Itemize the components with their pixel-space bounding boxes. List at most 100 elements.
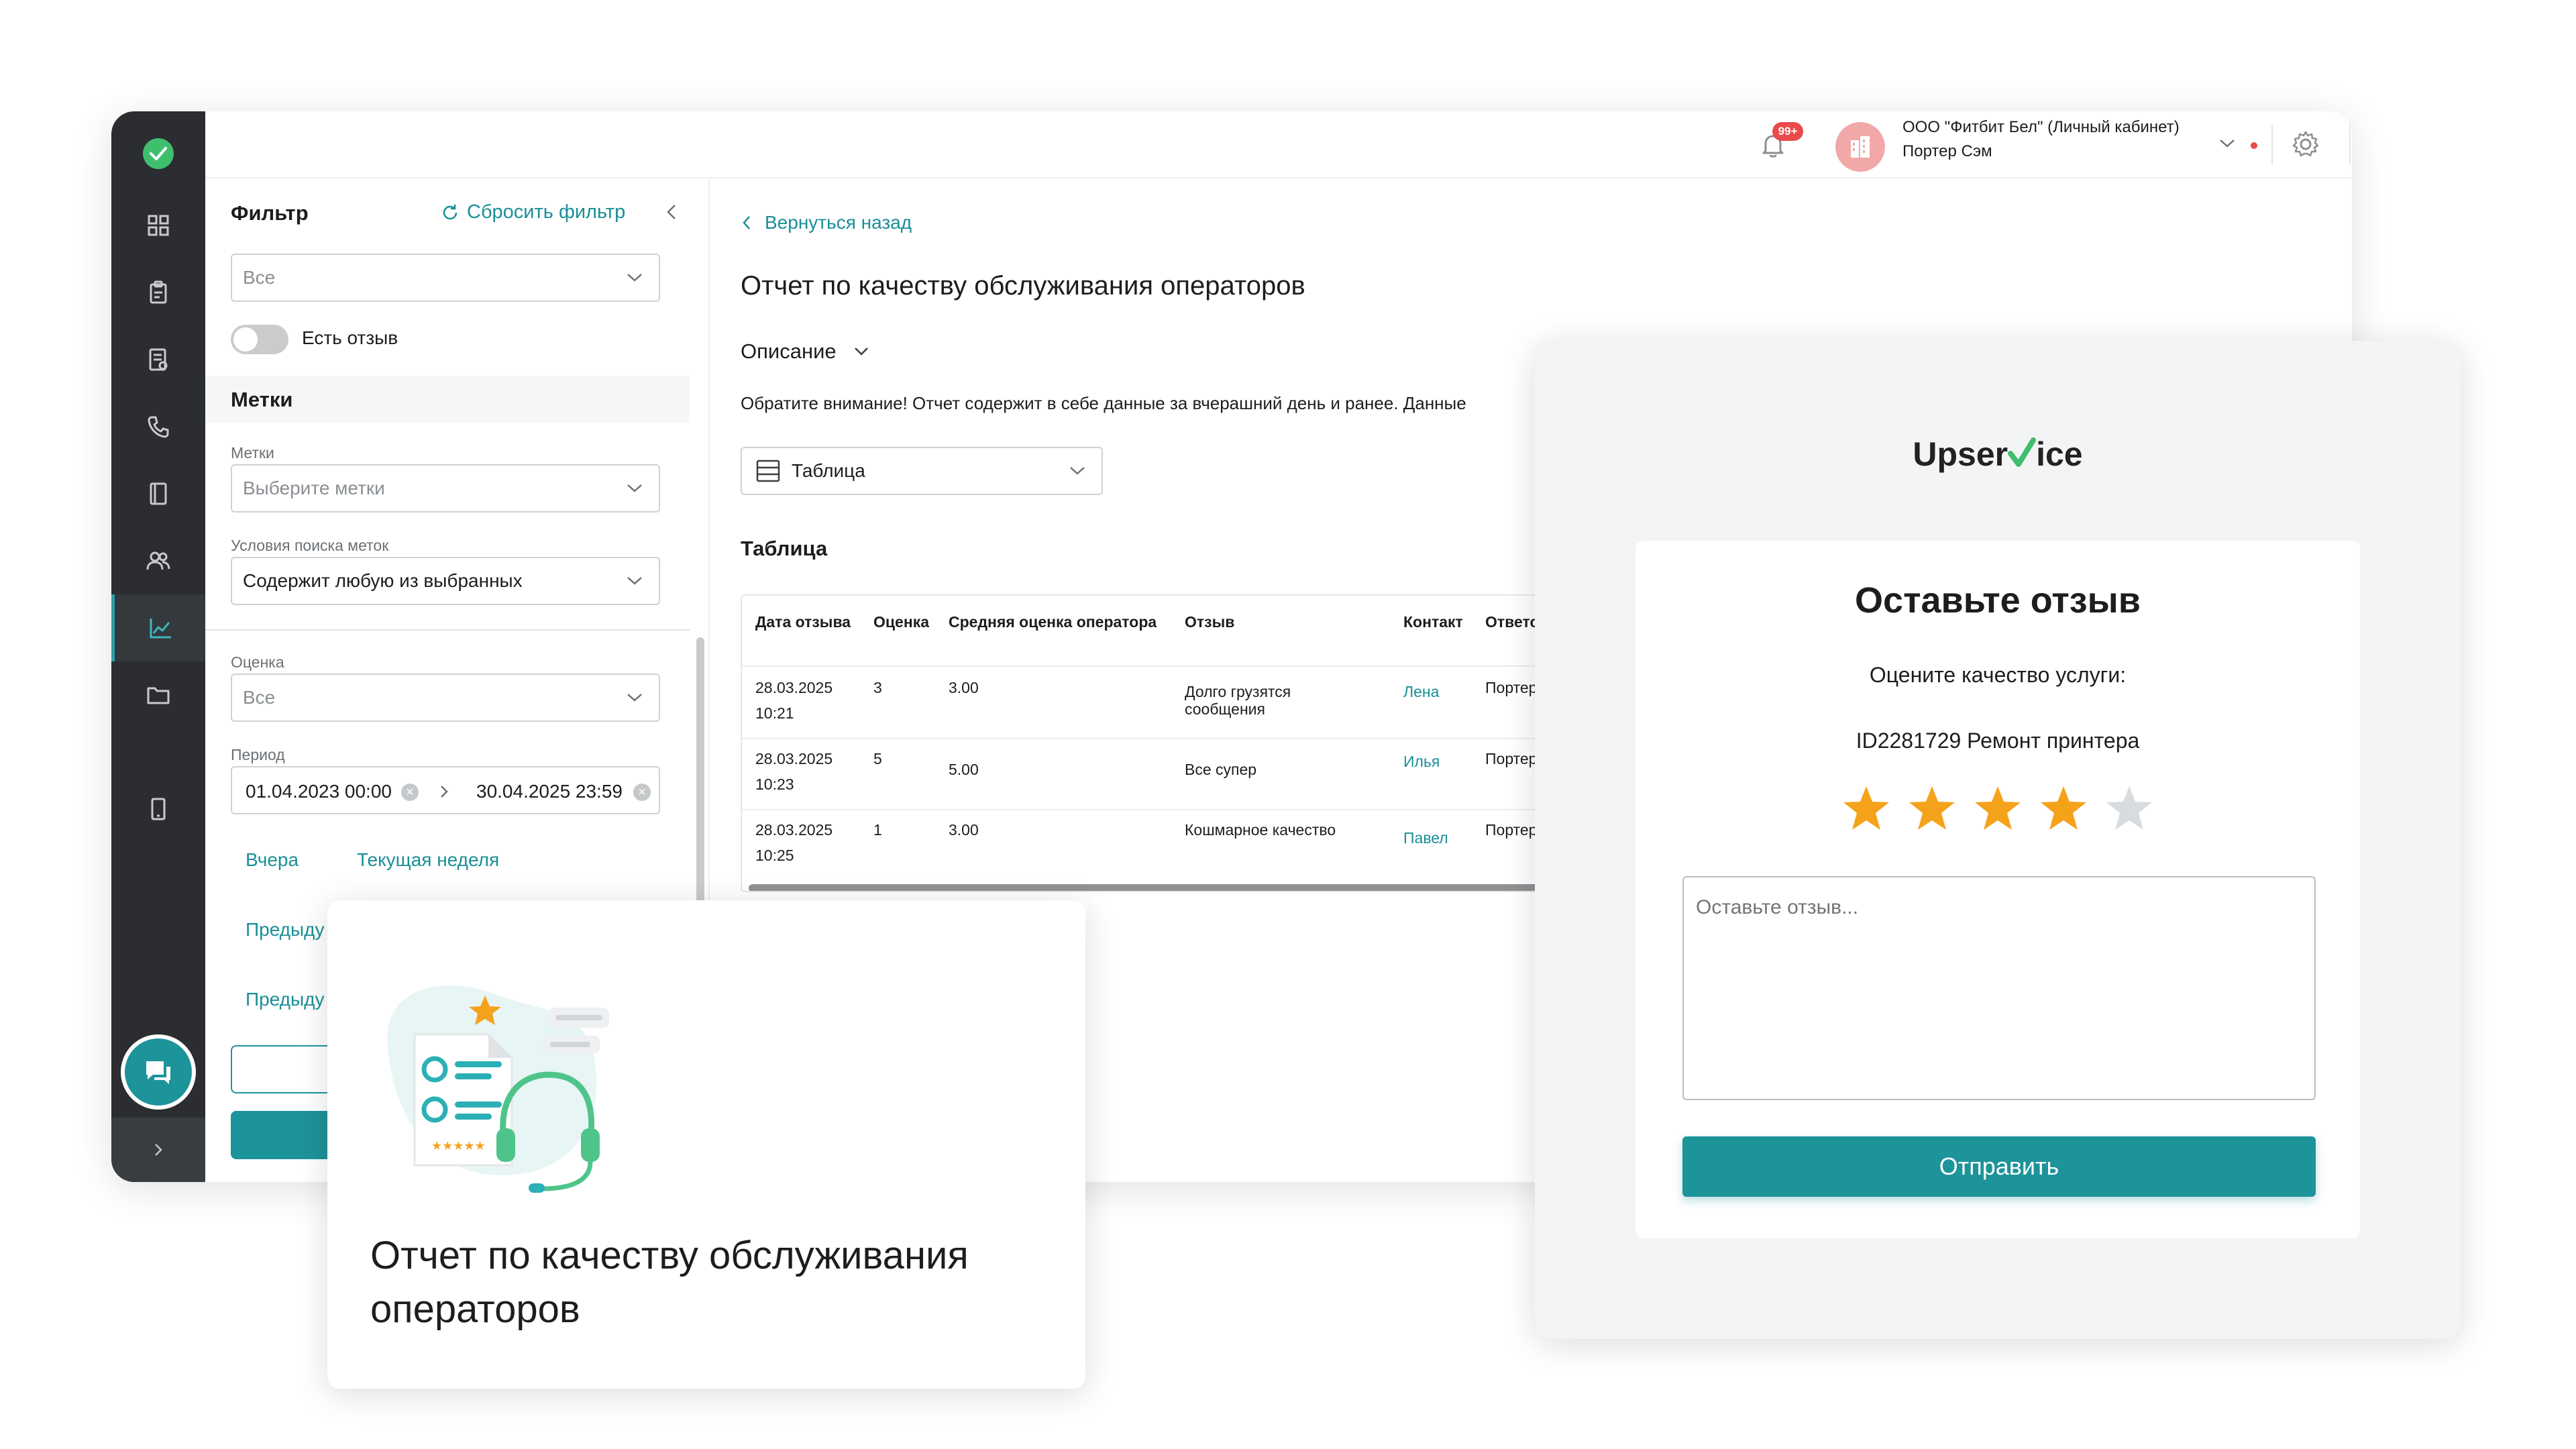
cell-time: 10:25 [755, 847, 794, 864]
column-header[interactable]: Отзыв [1185, 613, 1234, 631]
card-title-line: Отчет по качеству обслуживания [370, 1234, 969, 1277]
feedback-title: Оставьте отзыв [1855, 580, 2141, 621]
rating-select[interactable]: Все [231, 674, 660, 722]
cell-contact-link[interactable]: Павел [1403, 828, 1448, 848]
star-icon[interactable] [2104, 784, 2155, 835]
back-link[interactable]: Вернуться назад [741, 212, 912, 233]
feedback-widget: Upser ice Оставьте отзыв Оцените качество… [1535, 341, 2461, 1339]
cell-date: 28.03.2025 [755, 750, 833, 767]
chevron-down-icon [627, 484, 642, 492]
divider [205, 629, 690, 631]
reset-filter-button[interactable]: Сбросить фильтр [440, 201, 625, 223]
cell-avg: 3.00 [949, 679, 979, 696]
cell-date: 28.03.2025 [755, 679, 833, 696]
topbar: 99+ ООО "Фитбит Бел" (Личный кабинет) По… [205, 111, 2352, 178]
chevron-down-icon [627, 274, 642, 282]
org-name[interactable]: ООО "Фитбит Бел" (Личный кабинет) [1902, 118, 2180, 137]
cell-review: сообщения [1185, 700, 1265, 718]
column-header[interactable]: Дата отзыва [755, 613, 851, 631]
ticket-label: ID2281729 Ремонт принтера [1856, 729, 2140, 753]
star-icon[interactable] [2038, 784, 2089, 835]
description-toggle[interactable]: Описание [741, 339, 870, 364]
sidebar-item-calls[interactable] [111, 393, 205, 460]
reset-filter-label: Сбросить фильтр [467, 201, 626, 223]
quick-previous-1[interactable]: Предыду [246, 919, 324, 941]
cell-avg: 5.00 [949, 761, 979, 778]
feedback-form: Оставьте отзыв Оцените качество услуги: … [1635, 541, 2360, 1238]
chevron-right-icon [441, 786, 448, 798]
chevron-down-icon [627, 694, 642, 702]
app-logo[interactable] [143, 138, 174, 169]
avatar[interactable] [1835, 122, 1885, 172]
table-horizontal-scrollbar[interactable] [749, 884, 1580, 891]
clear-icon[interactable]: × [401, 784, 419, 801]
column-header[interactable]: Контакт [1403, 613, 1463, 631]
report-table: Дата отзыва Оценка Средняя оценка операт… [741, 594, 1586, 892]
cell-contact-link[interactable]: Илья [1403, 751, 1440, 771]
cell-rating: 5 [873, 750, 882, 767]
divider [742, 809, 1585, 810]
period-from-input[interactable]: 01.04.2023 00:00 [246, 781, 392, 802]
view-select[interactable]: Таблица [741, 447, 1103, 495]
star-icon[interactable] [1907, 784, 1957, 835]
logo-text: ice [2036, 435, 2083, 473]
users-icon [146, 551, 170, 570]
status-select-value: Все [243, 267, 276, 288]
quick-current-week[interactable]: Текущая неделя [357, 849, 499, 871]
document-settings-icon [149, 348, 168, 371]
cell-review: Кошмарное качество [1185, 821, 1336, 839]
column-header[interactable]: Средняя оценка оператора [949, 613, 1157, 631]
sidebar-item-documents[interactable] [111, 326, 205, 393]
table-icon [756, 460, 780, 482]
gear-icon[interactable] [2290, 129, 2321, 160]
refresh-icon [443, 204, 458, 219]
column-header[interactable]: Оценка [873, 613, 929, 631]
cell-contact-link[interactable]: Лена [1403, 682, 1439, 702]
sidebar-item-knowledge[interactable] [111, 460, 205, 527]
chevron-left-icon[interactable] [664, 203, 680, 221]
filter-scrollbar[interactable] [696, 637, 704, 946]
description-label: Описание [741, 339, 837, 363]
book-icon [150, 482, 167, 505]
tag-condition-select[interactable]: Содержит любую из выбранных [231, 557, 660, 605]
status-dot [2251, 142, 2257, 149]
star-icon[interactable] [1972, 784, 2023, 835]
period-to-input[interactable]: 30.04.2025 23:59 [476, 781, 623, 802]
status-select[interactable]: Все [231, 254, 660, 302]
report-card[interactable]: ★★★★★ Отчет по качеству обслуживания опе… [327, 900, 1085, 1389]
chevron-down-icon[interactable] [2218, 137, 2237, 150]
submit-button[interactable]: Отправить [1682, 1136, 2316, 1197]
sidebar-item-files[interactable] [111, 661, 205, 729]
clear-icon[interactable]: × [633, 784, 651, 801]
phone-icon [148, 416, 169, 438]
sidebar-expand-button[interactable] [111, 1118, 205, 1182]
building-icon [1851, 136, 1870, 158]
sidebar-item-reports[interactable] [111, 594, 205, 661]
quick-yesterday[interactable]: Вчера [246, 849, 299, 871]
divider [742, 665, 1585, 667]
cell-rating: 1 [873, 821, 882, 839]
sidebar-item-users[interactable] [111, 527, 205, 594]
sidebar-item-dashboard[interactable] [111, 192, 205, 259]
clipboard-icon [150, 280, 167, 304]
chart-icon [150, 619, 171, 639]
tag-condition-label: Условия поиска меток [231, 537, 389, 554]
quick-previous-2[interactable]: Предыду [246, 989, 324, 1010]
rating-label: Оценка [231, 653, 284, 671]
chevron-down-icon [627, 577, 642, 585]
user-name: Портер Сэм [1902, 142, 1992, 160]
chevron-down-icon [1070, 467, 1085, 475]
has-review-toggle[interactable] [231, 325, 288, 354]
cell-rating: 3 [873, 679, 882, 696]
cell-avg: 3.00 [949, 821, 979, 839]
filter-title: Фильтр [231, 201, 309, 225]
sidebar-item-mobile[interactable] [111, 775, 205, 843]
chat-icon [146, 1061, 170, 1084]
chat-button[interactable] [121, 1034, 196, 1110]
upservice-logo: Upser ice [1535, 435, 2461, 474]
star-icon[interactable] [1841, 784, 1892, 835]
sidebar-item-tickets[interactable] [111, 259, 205, 326]
star-rating [1635, 784, 2360, 835]
tags-select[interactable]: Выберите метки [231, 464, 660, 513]
feedback-textarea[interactable] [1682, 876, 2316, 1100]
